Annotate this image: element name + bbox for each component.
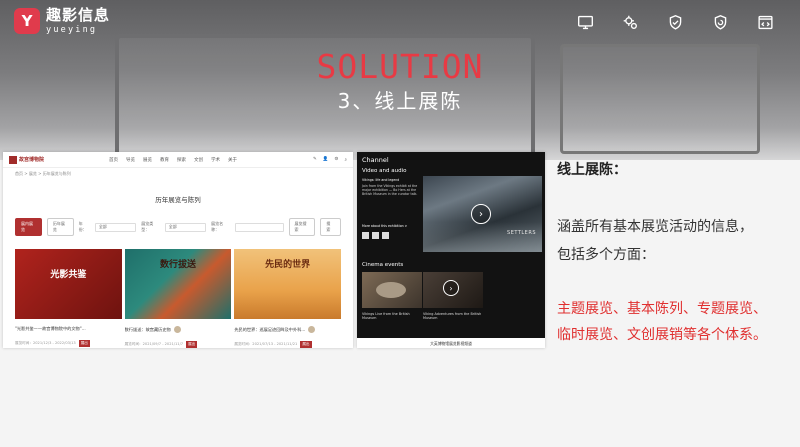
museum-menu-item[interactable]: 关于 — [228, 157, 237, 163]
twitter-icon[interactable] — [372, 232, 379, 239]
email-icon[interactable] — [382, 232, 389, 239]
section-title-en: SOLUTION — [316, 47, 484, 86]
museum-exhibitions-screenshot: 故宫博物院 首页 导览 展览 教育 探索 文创 学术 关于 ✎ 👤 ⚙ ⌕ 首页… — [3, 152, 353, 348]
poster-title: 先民的世界 — [265, 260, 311, 270]
cinema-caption: Viking Adventures from the British Museu… — [423, 312, 482, 321]
play-icon[interactable]: › — [443, 280, 459, 296]
section-heading: Video and audio — [362, 168, 407, 174]
museum-navbar: 故宫博物院 首页 导览 展览 教育 探索 文创 学术 关于 ✎ 👤 ⚙ ⌕ — [3, 152, 353, 168]
museum-menu-item[interactable]: 文创 — [194, 157, 203, 163]
shield-refresh-icon[interactable] — [707, 12, 733, 32]
shield-check-icon[interactable] — [662, 12, 688, 32]
social-icons — [362, 232, 389, 239]
museum-menu: 首页 导览 展览 教育 探索 文创 学术 关于 — [109, 157, 237, 163]
card-meta: 展览时间：2021/09/7 - 2021/11/7 — [124, 342, 184, 346]
museum-brand-name: 故宫博物院 — [19, 157, 45, 163]
logo-mark-icon: Y — [14, 8, 40, 35]
gears-icon[interactable] — [617, 12, 643, 32]
search-icon[interactable]: ⌕ — [344, 157, 347, 163]
status-badge: 展出 — [78, 340, 90, 347]
exhibition-poster: 先民的世界 — [234, 249, 342, 319]
filter-label: 年份： — [78, 221, 87, 232]
avatar — [308, 326, 316, 333]
description-panel: 线上展陈： 涵盖所有基本展览活动的信息， 包括多个方面： 主题展览、基本陈列、专… — [557, 160, 797, 343]
museum-tools: ✎ 👤 ⚙ ⌕ — [313, 157, 347, 163]
museum-seal-icon — [9, 155, 17, 164]
section-title-cn: 3、线上展陈 — [337, 89, 463, 113]
poster-title: 光影共鉴 — [50, 270, 87, 280]
cinema-caption: Vikings Live from the British Museum — [362, 312, 410, 321]
description-line: 涵盖所有基本展览活动的信息， — [557, 219, 753, 235]
breadcrumb: 首页 > 展览 > 历年展览与陈列 — [15, 171, 71, 176]
user-icon[interactable]: 👤 — [323, 157, 329, 163]
brand-logo[interactable]: Y 趣影信息 yueying — [14, 8, 110, 35]
museum-menu-item[interactable]: 探索 — [177, 157, 186, 163]
more-link[interactable]: More about this exhibition > — [362, 224, 422, 228]
search-text: 展览搜索 — [288, 218, 316, 236]
hero-banner: Y 趣影信息 yueying SOLUTION 3、线上展陈 — [0, 0, 800, 160]
description-line: 包括多个方面： — [557, 247, 655, 263]
name-input[interactable] — [234, 222, 284, 232]
edit-icon[interactable]: ✎ — [313, 157, 317, 163]
video-text: SETTLERS — [507, 230, 536, 236]
exhibition-card[interactable]: 数行拔送 数行拔送：故宫藏历史物 展览时间：2021/09/7 - 2021/1… — [124, 249, 232, 348]
status-badge: 展出 — [300, 341, 312, 348]
page-heading: 历年展览与陈列 — [155, 196, 201, 204]
monitor-icon[interactable] — [572, 12, 598, 32]
brand-name-cn: 趣影信息 — [46, 6, 111, 24]
card-caption: "光影共鉴——故宫博物院中的文物"... — [15, 326, 86, 331]
tab-current[interactable]: 展内展览 — [15, 218, 42, 236]
poster-title: 数行拔送 — [160, 260, 197, 270]
cinema-thumb[interactable]: › — [423, 272, 483, 308]
channel-panel: Channel Video and audio Vikings: life an… — [357, 152, 545, 338]
filter-label: 展览名称： — [211, 221, 224, 232]
museum-menu-item[interactable]: 展览 — [143, 157, 152, 163]
highlight-line: 临时展览、文创展销等各个体系。 — [557, 327, 767, 343]
exhibition-card[interactable]: 先民的世界 先民的世界：巡展足迹回眸及中外科... 展览时间：2021/07/1… — [234, 249, 342, 348]
cinema-heading: Cinema events — [362, 262, 404, 268]
settings-icon[interactable]: ⚙ — [334, 157, 338, 163]
code-icon[interactable] — [752, 12, 778, 32]
highlight-line: 主题展览、基本陈列、专题展览、 — [557, 301, 767, 317]
channel-screenshot: Channel Video and audio Vikings: life an… — [357, 152, 545, 348]
museum-menu-item[interactable]: 教育 — [160, 157, 169, 163]
avatar — [173, 326, 181, 333]
play-icon[interactable]: › — [471, 204, 491, 224]
exhibition-poster: 光影共鉴 — [15, 249, 122, 319]
status-badge: 展出 — [186, 341, 198, 348]
video-player[interactable]: SETTLERS › — [423, 176, 542, 252]
cinema-thumb[interactable] — [362, 272, 422, 308]
search-button[interactable]: 搜 索 — [320, 218, 341, 236]
card-caption: 数行拔送：故宫藏历史物 — [124, 326, 171, 332]
card-meta: 展览时间：2021/12/3 - 2022/03/13 — [15, 341, 76, 345]
header-icons — [572, 12, 778, 32]
card-meta: 展览时间：2021/07/13 - 2021/11/21 — [234, 342, 298, 346]
exhibition-card[interactable]: 光影共鉴 "光影共鉴——故宫博物院中的文物"... 展览时间：2021/12/3… — [15, 249, 122, 348]
museum-menu-item[interactable]: 首页 — [109, 157, 118, 163]
channel-title: Channel — [362, 156, 389, 164]
museum-menu-item[interactable]: 学术 — [211, 157, 220, 163]
channel-footer: 大英博物馆展览影视频道 — [430, 341, 472, 346]
museum-brand: 故宫博物院 — [9, 155, 45, 164]
year-select[interactable]: 全部 — [94, 222, 137, 232]
feature-title: Vikings: life and legend — [362, 178, 400, 182]
card-caption: 先民的世界：巡展足迹回眸及中外科... — [234, 326, 306, 332]
feature-text: Join from the Vikings exhibit at the maj… — [362, 184, 418, 197]
facebook-icon[interactable] — [362, 232, 369, 239]
museum-menu-item[interactable]: 导览 — [126, 157, 135, 163]
filter-bar: 展内展览 历年展览 年份： 全部 展览类型： 全部 展览名称： 展览搜索 搜 索 — [15, 218, 341, 236]
tab-history[interactable]: 历年展览 — [46, 218, 74, 236]
type-select[interactable]: 全部 — [164, 222, 207, 232]
filter-label: 展览类型： — [141, 221, 154, 232]
exhibition-cards: 光影共鉴 "光影共鉴——故宫博物院中的文物"... 展览时间：2021/12/3… — [15, 249, 342, 348]
description-title: 线上展陈： — [557, 162, 627, 178]
exhibition-poster: 数行拔送 — [124, 249, 232, 319]
brand-name-en: yueying — [46, 25, 98, 35]
